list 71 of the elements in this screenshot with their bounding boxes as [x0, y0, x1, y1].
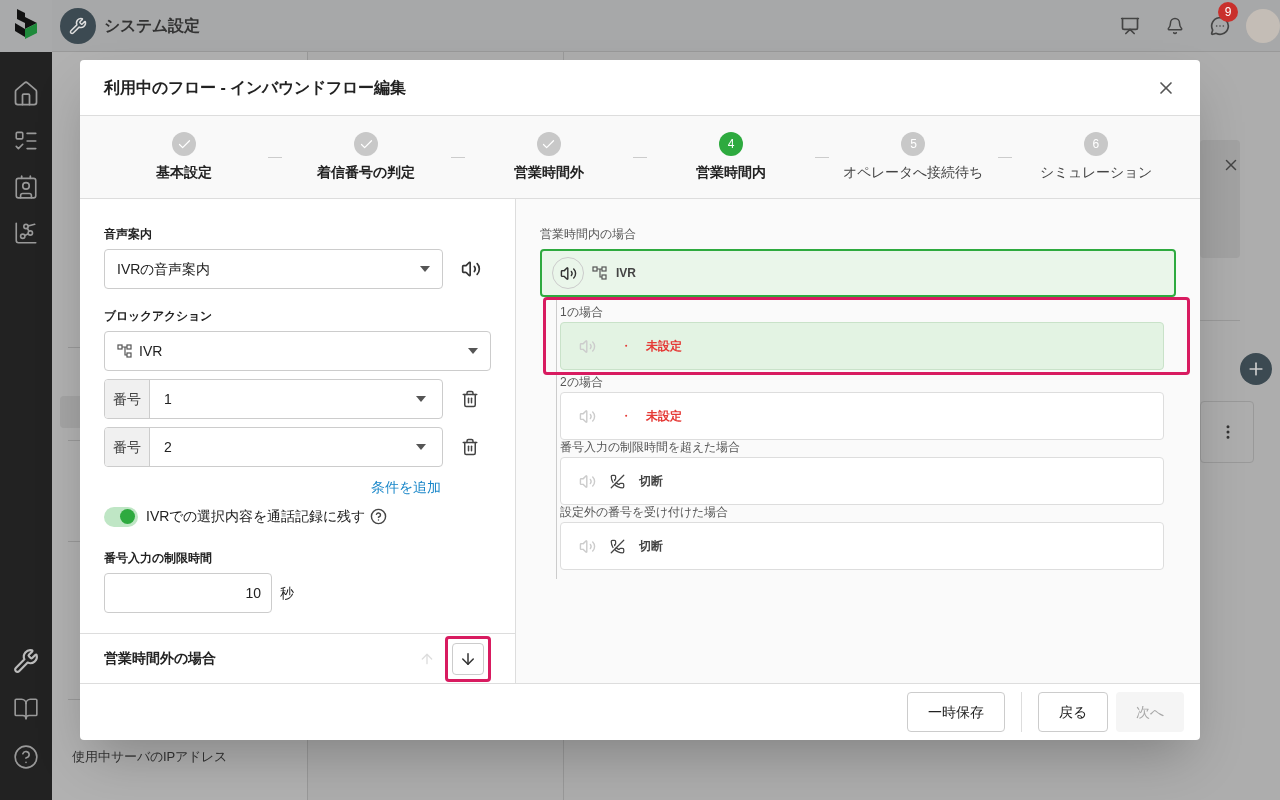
help-icon[interactable] [13, 744, 39, 770]
node-label: IVR [616, 265, 636, 282]
phone-icon [610, 473, 625, 489]
select-value: 2 [163, 437, 173, 457]
prefix-label: 番号 [105, 428, 150, 466]
step-label[interactable]: シミュレーション [1039, 162, 1152, 183]
caret-icon [420, 266, 430, 272]
chart-icon[interactable] [13, 220, 39, 246]
action-label: 未設定 [646, 408, 682, 425]
condition-select[interactable]: 番号 1 [104, 379, 443, 419]
page-title: システム設定 [104, 15, 200, 36]
wrench-icon [69, 16, 87, 35]
branch-label: 設定外の番号を受け付けた場合 [560, 504, 729, 521]
action-label: 切断 [639, 538, 663, 555]
delete-icon[interactable] [461, 438, 479, 456]
delete-icon[interactable] [461, 390, 479, 408]
toggle-label: IVRでの選択内容を通話記録に残す [146, 507, 366, 526]
field-label: 音声案内 [104, 226, 153, 243]
status-dot: ・ [620, 408, 632, 425]
condition-select[interactable]: 番号 2 [104, 427, 443, 467]
section-title: 営業時間外の場合 [104, 649, 216, 668]
down-button[interactable] [452, 642, 484, 675]
branch-node[interactable]: 切断 [560, 522, 1164, 570]
notification-badge: 9 [1218, 1, 1238, 22]
step-label[interactable]: 基本設定 [156, 162, 213, 183]
speaker-icon [559, 264, 577, 282]
branch-label: 2の場合 [560, 374, 604, 391]
flow-icon [117, 344, 133, 358]
add-button[interactable] [1240, 353, 1272, 385]
status-dot: ・ [620, 338, 632, 355]
add-condition-link[interactable]: 条件を追加 [371, 477, 441, 498]
help-icon[interactable] [370, 508, 388, 525]
branch-node[interactable]: 切断 [560, 457, 1164, 505]
timeout-input[interactable]: 10 [104, 573, 272, 613]
footer-button[interactable]: 一時保存 [907, 692, 1005, 732]
root-node[interactable]: IVR [540, 249, 1176, 297]
caret-icon [416, 396, 426, 402]
branch-node[interactable]: ・ 未設定 [560, 392, 1164, 440]
branch-node[interactable]: ・ 未設定 [560, 322, 1164, 370]
speaker-icon[interactable] [461, 259, 481, 279]
book-icon[interactable] [13, 696, 39, 722]
flow-icon [592, 266, 608, 280]
action-label: 切断 [639, 473, 663, 490]
unit-label: 秒 [280, 583, 294, 603]
board-icon[interactable] [1120, 15, 1140, 36]
flow-label: 営業時間内の場合 [540, 227, 636, 241]
voice-select[interactable]: IVRの音声案内 [104, 249, 443, 289]
step-label[interactable]: オペレータへ接続待ち [843, 162, 984, 183]
settings-icon[interactable] [13, 648, 39, 674]
contact-icon[interactable] [13, 174, 39, 200]
bell-icon[interactable] [1166, 16, 1184, 35]
chat-icon[interactable] [1210, 15, 1230, 36]
step-label[interactable]: 営業時間外 [513, 162, 584, 183]
block-select[interactable]: IVR [104, 331, 491, 371]
branch-label: 番号入力の制限時間を超えた場合 [560, 439, 741, 456]
phone-icon [610, 538, 625, 554]
caret-icon [468, 348, 478, 354]
field-label: ブロックアクション [104, 308, 213, 325]
action-label: 未設定 [646, 338, 682, 355]
field-label: 番号入力の制限時間 [104, 550, 213, 567]
dialog-title: 利用中のフロー - インバウンドフロー編集 [104, 77, 407, 98]
footer-button[interactable]: 戻る [1038, 692, 1108, 732]
toggle-switch[interactable] [104, 506, 138, 527]
branch-label: 1の場合 [560, 304, 604, 321]
step-label[interactable]: 営業時間内 [696, 162, 767, 183]
step-label[interactable]: 着信番号の判定 [317, 162, 416, 183]
select-value: 1 [163, 389, 173, 409]
prefix-label: 番号 [105, 380, 150, 418]
menu-item[interactable]: 使用中サーバのIPアドレス [56, 746, 303, 766]
home-icon[interactable] [12, 80, 40, 108]
caret-icon [416, 444, 426, 450]
